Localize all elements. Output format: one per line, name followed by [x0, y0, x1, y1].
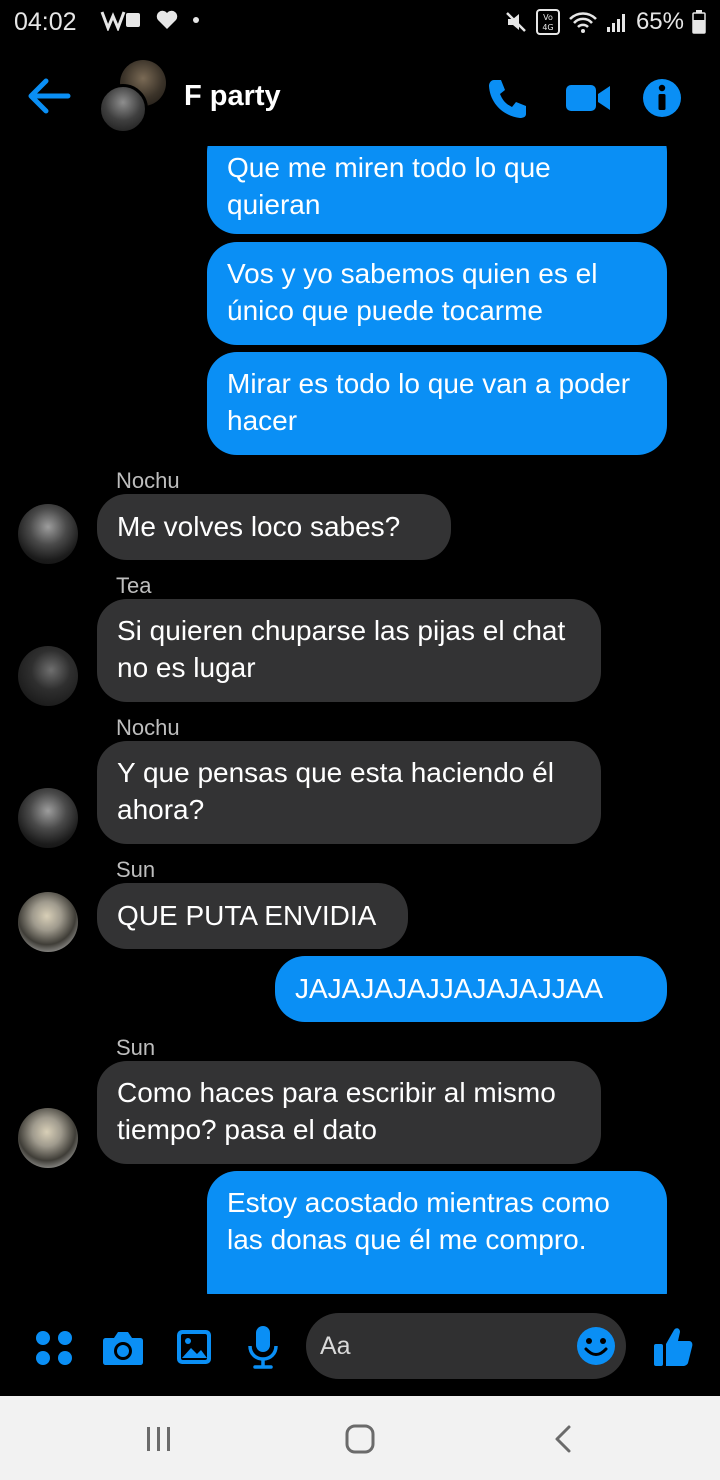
incoming-message[interactable]: Me volves loco sabes?	[97, 494, 451, 560]
avatar[interactable]	[18, 646, 78, 706]
back-arrow-icon[interactable]	[26, 76, 72, 116]
info-icon[interactable]	[642, 76, 682, 120]
incoming-message[interactable]: Y que pensas que esta haciendo él ahora?	[97, 741, 601, 844]
wifi-calling-icon	[100, 11, 140, 31]
group-avatar[interactable]	[98, 60, 170, 136]
camera-icon[interactable]	[102, 1324, 144, 1370]
incoming-message[interactable]: QUE PUTA ENVIDIA	[97, 883, 408, 949]
message-input-container[interactable]	[306, 1313, 626, 1379]
sender-name: Nochu	[116, 468, 180, 493]
sender-name: Tea	[116, 573, 152, 598]
outgoing-message[interactable]: Que me miren todo lo que quieran	[207, 146, 667, 234]
thumbs-up-icon[interactable]	[652, 1324, 694, 1370]
incoming-message[interactable]: Si quieren chuparse las pijas el chat no…	[97, 599, 601, 702]
wifi-icon	[569, 12, 597, 33]
svg-text:Vo: Vo	[543, 13, 553, 22]
status-time: 04:02	[14, 8, 77, 36]
sender-name: Nochu	[116, 715, 180, 740]
sender-name: Sun	[116, 857, 156, 882]
outgoing-message[interactable]: JAJAJAJAJJAJAJAJJAA	[275, 956, 667, 1022]
home-icon[interactable]	[344, 1424, 376, 1454]
dot-icon	[193, 17, 199, 23]
group-avatar-member-2	[98, 84, 148, 134]
system-nav-bar	[0, 1396, 720, 1480]
avatar[interactable]	[18, 788, 78, 848]
outgoing-message[interactable]: Mirar es todo lo que van a poder hacer	[207, 352, 667, 455]
phone-icon[interactable]	[486, 76, 528, 120]
gallery-icon[interactable]	[176, 1324, 212, 1370]
chat-title[interactable]: F party	[184, 80, 281, 113]
message-input[interactable]	[320, 1327, 560, 1365]
apps-dots-icon[interactable]	[34, 1324, 74, 1370]
svg-text:4G: 4G	[542, 23, 553, 32]
avatar[interactable]	[18, 1108, 78, 1168]
avatar[interactable]	[18, 504, 78, 564]
composer-bar	[0, 1300, 720, 1394]
battery-percent: 65%	[635, 8, 684, 35]
incoming-message[interactable]: Como haces para escribir al mismo tiempo…	[97, 1061, 601, 1164]
outgoing-message[interactable]: Estoy acostado mientras como las donas q…	[207, 1171, 667, 1294]
volte-icon: Vo 4G	[535, 9, 560, 35]
outgoing-message[interactable]: Vos y yo sabemos quien es el único que p…	[207, 242, 667, 345]
heart-icon	[156, 10, 178, 29]
notification-icons	[100, 9, 200, 31]
status-bar: 04:02 Vo 4G 65%	[0, 0, 720, 46]
microphone-icon[interactable]	[246, 1324, 280, 1370]
recents-icon[interactable]	[144, 1424, 174, 1454]
chat-header: F party	[0, 50, 720, 146]
emoji-icon[interactable]	[576, 1326, 616, 1366]
avatar[interactable]	[18, 892, 78, 952]
back-chevron-icon[interactable]	[552, 1424, 574, 1454]
signal-icon	[606, 14, 625, 32]
status-icons: Vo 4G 65%	[504, 8, 706, 36]
sender-name: Sun	[116, 1035, 156, 1060]
mute-icon	[506, 12, 526, 32]
message-list[interactable]: Que me miren todo lo que quieran Vos y y…	[0, 146, 720, 1294]
video-camera-icon[interactable]	[564, 76, 612, 120]
battery-icon	[692, 10, 706, 34]
